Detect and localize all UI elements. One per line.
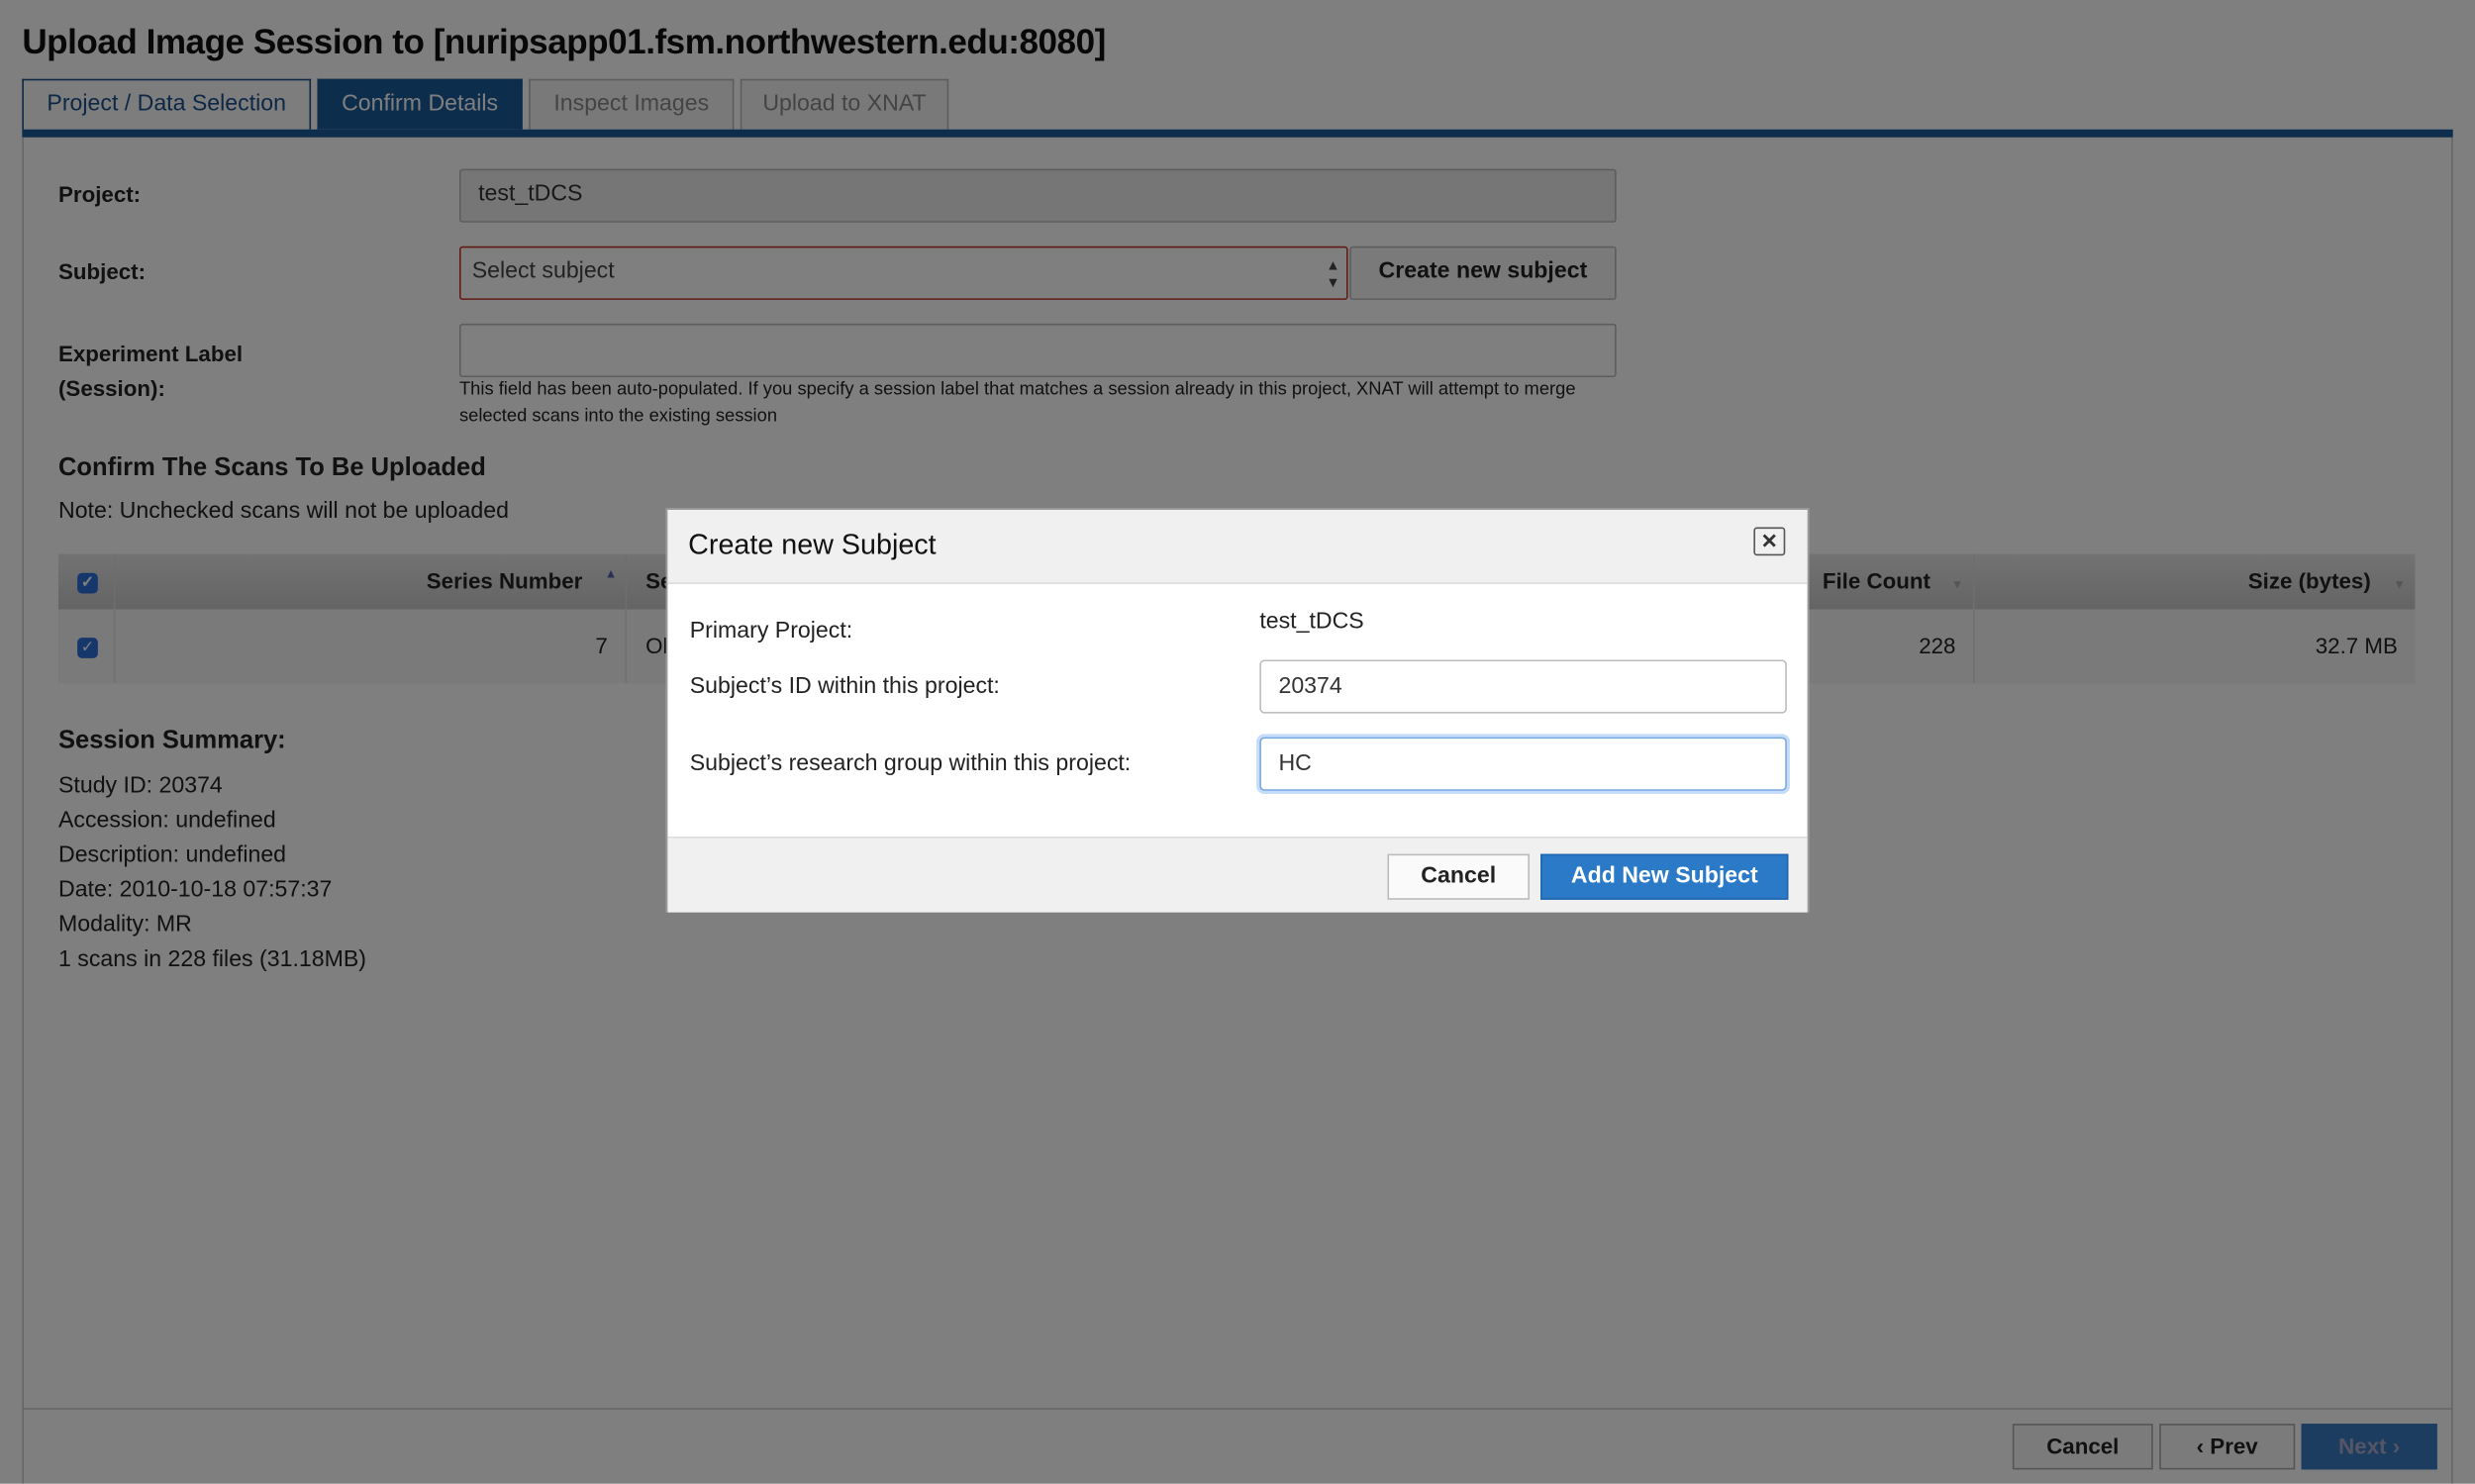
dialog-title: Create new Subject — [688, 529, 937, 561]
dialog-footer: Cancel Add New Subject — [667, 837, 1808, 913]
research-group-label: Subject’s research group within this pro… — [689, 750, 1132, 777]
upload-page: Upload Image Session to [nuripsapp01.fsm… — [0, 0, 2475, 1484]
dialog-cancel-button[interactable]: Cancel — [1387, 853, 1530, 900]
dialog-header: Create new Subject ✕ — [667, 509, 1808, 584]
primary-project-label: Primary Project: — [689, 619, 853, 644]
subject-id-label: Subject’s ID within this project: — [689, 673, 1000, 700]
close-icon[interactable]: ✕ — [1753, 527, 1786, 556]
subject-id-input[interactable]: 20374 — [1259, 659, 1787, 714]
primary-project-value: test_tDCS — [1259, 609, 1364, 635]
research-group-input[interactable]: HC — [1259, 737, 1787, 791]
add-new-subject-button[interactable]: Add New Subject — [1540, 853, 1789, 900]
create-subject-dialog: Create new Subject ✕ Primary Project: te… — [665, 508, 1810, 913]
